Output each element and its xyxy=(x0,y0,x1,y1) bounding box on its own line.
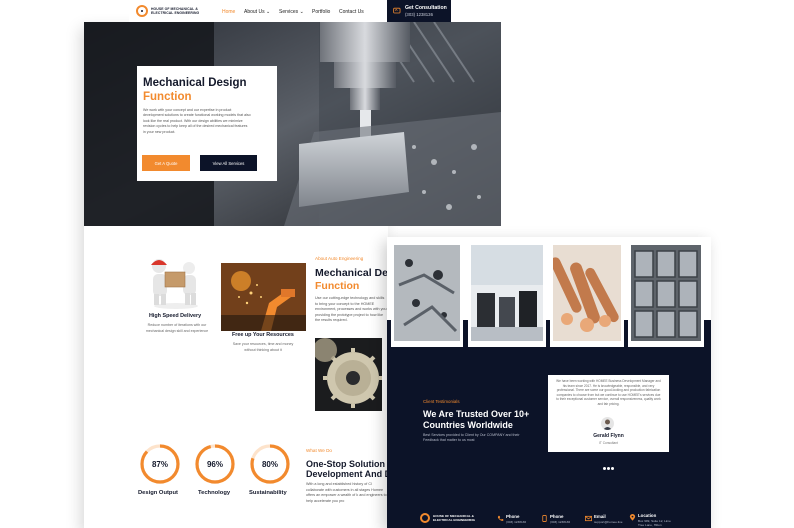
hero-title-accent: Function xyxy=(143,91,192,103)
logo-mark-icon xyxy=(136,5,148,17)
consultation-title: Get Consultation xyxy=(405,5,447,11)
what-we-do-title-2: Development And De xyxy=(306,469,388,479)
get-consultation-button[interactable]: Get Consultation (303) 1238136 xyxy=(387,0,451,22)
about-description: Use our cutting-edge technology and skil… xyxy=(315,296,387,323)
copper-rods-photo xyxy=(550,245,621,341)
footer-logo[interactable]: HOUSE OF MECHANICAL & ELECTRICAL ENGINEE… xyxy=(420,513,475,523)
carousel-dot[interactable] xyxy=(603,467,606,470)
stat-value: 96% xyxy=(206,460,223,469)
about-title: Mechanical Design xyxy=(315,267,387,279)
testimonials-tag: Client Testimonials xyxy=(423,399,460,404)
get-quote-button[interactable]: Get A Quote xyxy=(142,155,190,171)
hero-description: We work with your concept and our expert… xyxy=(143,108,251,134)
what-we-do-description: With a long and established history of C… xyxy=(306,482,387,503)
testimonials-title-2: Countries Worldwide xyxy=(423,420,513,430)
carousel-dot[interactable] xyxy=(607,467,610,470)
feature-description: Reduce number of iterations with our mec… xyxy=(145,323,209,333)
phone-icon xyxy=(393,7,401,14)
gallery-card[interactable] xyxy=(468,242,546,347)
footer-contact-text[interactable]: (303) 1238136 xyxy=(550,520,570,524)
nav-link-home[interactable]: Home xyxy=(222,9,235,15)
about-title-accent: Function xyxy=(315,280,360,292)
stat-value: 80% xyxy=(261,460,278,469)
machined-plate-photo xyxy=(394,245,460,341)
robotic-arm-photo xyxy=(221,263,306,331)
logo-mark-icon xyxy=(420,513,430,523)
logo-line-2: ELECTRICAL ENGINEERING xyxy=(433,518,476,522)
feature-title: Free up Your Resources xyxy=(232,332,294,338)
footer-contact-text: Tree Lane, Hilton xyxy=(638,523,662,527)
person-avatar-icon xyxy=(603,419,612,430)
consultation-phone: (303) 1238136 xyxy=(405,12,433,17)
feature-description: Save your resources, time and money with… xyxy=(232,342,294,352)
nav-link-portfolio[interactable]: Portfolio xyxy=(312,9,330,15)
footer-contact-title: Phone xyxy=(506,514,520,519)
what-we-do-tag: What We Do xyxy=(306,448,332,453)
mail-icon xyxy=(585,515,592,522)
location-icon xyxy=(629,514,636,521)
testimonial-quote: We have been working with HOMEE Business… xyxy=(556,379,661,406)
footer-contact-text[interactable]: support@homee.live xyxy=(594,520,622,524)
testimonial-name: Gerald Flynn xyxy=(593,433,624,439)
stat-technology: 96% Technology xyxy=(193,442,237,496)
hero-title: Mechanical Design xyxy=(143,77,247,89)
stat-value: 87% xyxy=(151,460,168,469)
metal-trays-photo xyxy=(631,245,701,341)
stat-design-output: 87% Design Output xyxy=(138,442,182,496)
view-services-button[interactable]: View All Services xyxy=(200,155,257,171)
carousel-dot[interactable] xyxy=(611,467,614,470)
hero-card: Mechanical Design Function We work with … xyxy=(137,66,277,181)
brand-logo[interactable]: HOUSE OF MECHANICAL & ELECTRICAL ENGINEE… xyxy=(136,5,199,17)
about-tag: About Auto Engineering xyxy=(315,256,364,261)
testimonials-title: We Are Trusted Over 10+ xyxy=(423,409,530,419)
stat-label: Technology xyxy=(198,490,231,496)
delivery-person-illustration xyxy=(151,259,198,309)
feature-title: High Speed Delivery xyxy=(149,313,202,319)
gallery-card[interactable] xyxy=(550,242,624,347)
chevron-down-icon: ⌄ xyxy=(299,9,304,15)
testimonial-role: IT Consultant xyxy=(599,441,618,445)
mobile-icon xyxy=(542,515,547,522)
nav-link-contact[interactable]: Contact Us xyxy=(339,9,364,15)
logo-line-2: ELECTRICAL ENGINEERING xyxy=(151,11,200,15)
gallery-card[interactable] xyxy=(391,242,463,347)
stat-sustainability: 80% Sustainability xyxy=(248,442,292,496)
gallery-card[interactable] xyxy=(628,242,704,347)
footer-contact-text[interactable]: (303) 1238136 xyxy=(506,520,526,524)
footer-contact-title: Phone xyxy=(550,514,564,519)
testimonials-description: Best Services provided to Client by Our … xyxy=(423,433,520,443)
chevron-down-icon: ⌄ xyxy=(265,9,271,15)
footer-contact-title: Location xyxy=(638,513,657,518)
phone-icon xyxy=(497,515,504,521)
nav-link-services[interactable]: Services ⌄ xyxy=(279,9,304,15)
what-we-do-title: One-Stop Solution On xyxy=(306,459,388,469)
screenshot-stage: HOUSE OF MECHANICAL & ELECTRICAL ENGINEE… xyxy=(0,0,794,528)
stat-label: Sustainability xyxy=(249,490,287,496)
testimonial-card: We have been working with HOMEE Business… xyxy=(548,375,669,452)
stat-label: Design Output xyxy=(138,490,178,496)
footer-contact-title: Email xyxy=(594,514,606,519)
avatar xyxy=(601,417,614,430)
industrial-machine-photo xyxy=(471,245,543,341)
nav-link-about[interactable]: About Us ⌄ xyxy=(244,9,270,15)
gears-photo xyxy=(315,338,382,411)
